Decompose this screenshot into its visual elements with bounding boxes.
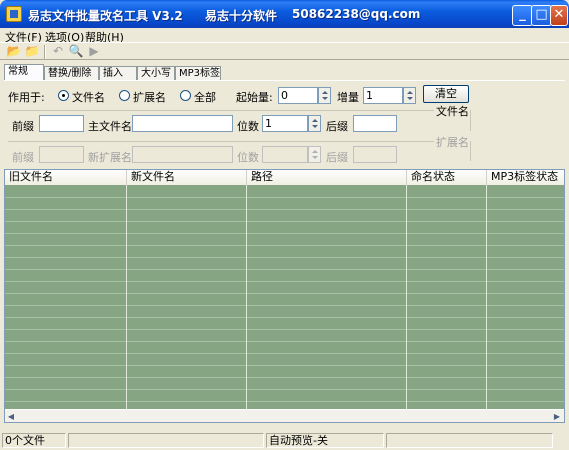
radio-all[interactable]	[180, 90, 191, 101]
grid-row-line	[5, 365, 564, 366]
toolbar: 📂 📁 ↶ 🔍 ▶	[0, 42, 569, 60]
new-ext-field[interactable]	[132, 146, 233, 163]
digits-field[interactable]: 1	[262, 115, 308, 132]
grid-row-line	[5, 293, 564, 294]
apply-to-label: 作用于:	[8, 91, 45, 104]
grid-row-line	[5, 221, 564, 222]
contact-email: 50862238@qq.com	[292, 7, 421, 21]
run-icon[interactable]: ▶	[86, 45, 102, 58]
digits-label: 位数	[237, 120, 259, 133]
col-new-name[interactable]: 新文件名	[127, 170, 247, 185]
search-icon[interactable]: 🔍	[68, 45, 84, 58]
increment-field[interactable]: 1	[363, 87, 403, 104]
maximize-button[interactable]: □	[531, 5, 552, 26]
radio-extension[interactable]	[119, 90, 130, 101]
start-spinner[interactable]	[318, 87, 331, 104]
prefix-field[interactable]	[39, 115, 84, 132]
radio-all-label[interactable]: 全部	[194, 89, 216, 105]
grid-row-line	[5, 197, 564, 198]
col-rename-status[interactable]: 命名状态	[407, 170, 487, 185]
table-body[interactable]	[5, 185, 564, 409]
app-icon	[6, 6, 22, 22]
company-name: 易志十分软件	[205, 9, 278, 23]
digits-spinner[interactable]	[308, 115, 321, 132]
grid-row-line	[5, 329, 564, 330]
ext-group-border	[8, 141, 434, 142]
filename-group-side	[470, 110, 471, 131]
toolbar-separator	[44, 45, 46, 59]
start-field[interactable]: 0	[278, 87, 318, 104]
status-bar: 0个文件 自动预览-关	[0, 430, 569, 450]
prefix-label: 前缀	[12, 120, 34, 133]
grid-row-line	[5, 401, 564, 402]
window-title: 易志文件批量改名工具 V3.2	[28, 9, 183, 23]
undo-icon[interactable]: ↶	[50, 45, 66, 58]
ext-group-title: 扩展名	[436, 136, 469, 149]
radio-filename[interactable]	[58, 90, 69, 101]
tab-mp3-tags[interactable]: MP3标签	[175, 66, 221, 80]
radio-extension-label[interactable]: 扩展名	[133, 89, 166, 105]
ext-digits-spinner[interactable]	[308, 146, 321, 163]
grid-col-line	[126, 185, 127, 409]
filename-group-border	[8, 110, 434, 111]
ext-prefix-field[interactable]	[39, 146, 84, 163]
status-file-count: 0个文件	[2, 433, 66, 448]
ext-digits-field[interactable]	[262, 146, 308, 163]
tab-general[interactable]: 常规	[4, 64, 44, 81]
radio-filename-label[interactable]: 文件名	[72, 89, 105, 105]
main-name-label: 主文件名	[88, 120, 132, 133]
horizontal-scrollbar[interactable]: ◀ ▶	[5, 409, 564, 422]
status-extra	[386, 433, 553, 448]
tab-replace-delete[interactable]: 替换/删除	[44, 66, 99, 80]
scroll-right-icon[interactable]: ▶	[551, 411, 563, 422]
increment-label: 增量	[337, 91, 359, 104]
grid-row-line	[5, 353, 564, 354]
start-label: 起始量:	[236, 91, 273, 104]
file-table[interactable]: 旧文件名 新文件名 路径 命名状态 MP3标签状态 ◀ ▶	[4, 169, 565, 423]
ext-digits-label: 位数	[237, 151, 259, 164]
grid-col-line	[486, 185, 487, 409]
grid-row-line	[5, 341, 564, 342]
grid-col-line	[246, 185, 247, 409]
main-name-field[interactable]	[132, 115, 233, 132]
grid-col-line	[406, 185, 407, 409]
ext-prefix-label: 前缀	[12, 151, 34, 164]
grid-row-line	[5, 377, 564, 378]
grid-row-line	[5, 245, 564, 246]
ext-suffix-label: 后缀	[326, 151, 348, 164]
open-folder-icon[interactable]: 📂	[6, 45, 22, 58]
close-button[interactable]: ✕	[550, 5, 568, 26]
grid-row-line	[5, 233, 564, 234]
title-bar[interactable]: 易志文件批量改名工具 V3.2 易志十分软件 50862238@qq.com _…	[0, 0, 569, 28]
grid-row-line	[5, 257, 564, 258]
scroll-left-icon[interactable]: ◀	[5, 411, 17, 422]
col-old-name[interactable]: 旧文件名	[5, 170, 127, 185]
grid-row-line	[5, 209, 564, 210]
menu-bar: 文件(F) 选项(O) 帮助(H)	[0, 28, 569, 44]
table-header: 旧文件名 新文件名 路径 命名状态 MP3标签状态	[5, 170, 564, 185]
status-middle	[68, 433, 264, 448]
new-ext-label: 新扩展名	[88, 151, 132, 164]
grid-row-line	[5, 389, 564, 390]
col-path[interactable]: 路径	[247, 170, 407, 185]
grid-row-line	[5, 317, 564, 318]
suffix-field[interactable]	[353, 115, 397, 132]
ext-group-side	[470, 141, 471, 161]
open-files-icon[interactable]: 📁	[24, 45, 40, 58]
grid-row-line	[5, 281, 564, 282]
increment-spinner[interactable]	[403, 87, 416, 104]
status-auto-preview: 自动预览-关	[266, 433, 384, 448]
col-mp3-status[interactable]: MP3标签状态	[487, 170, 564, 185]
tab-case[interactable]: 大小写	[137, 66, 175, 80]
grid-row-line	[5, 305, 564, 306]
minimize-button[interactable]: _	[512, 5, 533, 26]
filename-group-title: 文件名	[436, 105, 469, 118]
suffix-label: 后缀	[326, 120, 348, 133]
grid-row-line	[5, 269, 564, 270]
tab-insert[interactable]: 插入	[99, 66, 137, 80]
ext-suffix-field[interactable]	[353, 146, 397, 163]
clear-button[interactable]: 清空	[423, 85, 469, 103]
general-panel: 作用于: 文件名 扩展名 全部 起始量: 0 增量 1 清空 文件名 前缀 主文…	[4, 80, 565, 166]
